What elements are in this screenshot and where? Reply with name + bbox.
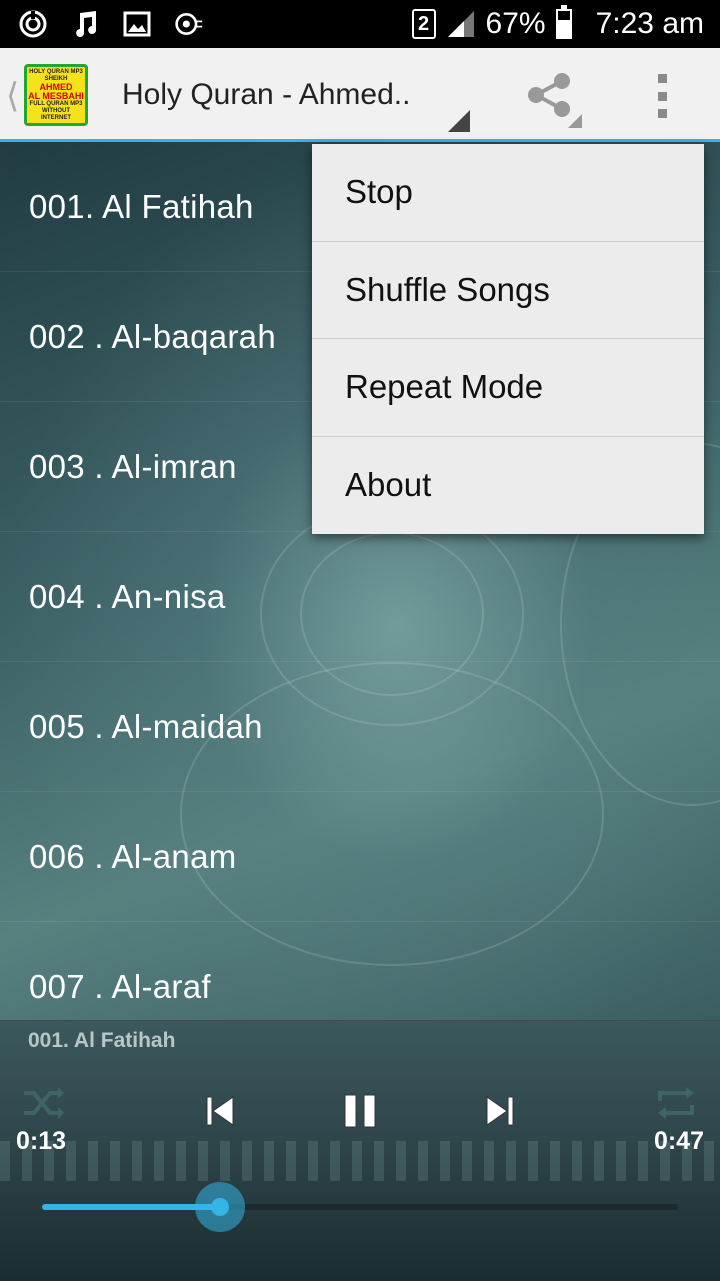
seek-bar[interactable] [42,1182,678,1232]
pause-icon [344,1094,376,1128]
elapsed-time: 0:13 [16,1127,67,1155]
clock: 7:23 am [595,7,704,40]
notification-icons [18,6,204,42]
battery-icon [555,5,572,39]
back-chevron-icon[interactable]: ⟨ [6,76,19,116]
music-note-icon [70,9,100,39]
shuffle-button[interactable] [22,1081,66,1125]
share-button[interactable] [524,72,574,118]
spinner-dropdown-icon[interactable] [448,110,470,132]
overflow-menu: Stop Shuffle Songs Repeat Mode About [312,144,704,534]
system-status: 2 67% 7:23 am [411,0,704,48]
list-item[interactable]: 007 . Al-araf [0,922,720,1020]
menu-item-shuffle-songs[interactable]: Shuffle Songs [312,242,704,339]
now-playing-title: 001. Al Fatihah [28,1029,176,1052]
battery-percent: 67% [485,7,546,40]
overflow-menu-button[interactable] [652,74,672,118]
seek-progress [42,1204,221,1210]
list-item[interactable]: 004 . An-nisa [0,532,720,662]
list-item[interactable]: 005 . Al-maidah [0,662,720,792]
dot-icon [657,109,667,118]
repeat-button[interactable] [654,1081,698,1125]
action-bar: ⟨ HOLY QURAN MP3 SHEIKH AHMED AL MESBAHI… [0,48,720,142]
dot-icon [657,74,667,83]
app-icon-line: AL MESBAHI [28,90,84,101]
pause-button[interactable] [338,1089,382,1133]
app-icon-line: WITHOUT INTERNET [41,107,71,121]
signal-icon [447,11,474,37]
decorative-border [0,1141,720,1181]
app-icon[interactable]: HOLY QURAN MP3 SHEIKH AHMED AL MESBAHI F… [24,64,88,126]
next-button[interactable] [478,1089,522,1133]
repeat-icon [658,1087,694,1119]
previous-button[interactable] [198,1089,242,1133]
app-icon-line: HOLY QURAN MP3 [29,68,83,75]
sim-slot-icon: 2 [411,9,436,39]
seek-thumb[interactable] [195,1182,246,1232]
shuffle-icon [24,1087,64,1119]
skip-next-icon [486,1096,514,1126]
app-icon-line: FULL QURAN MP3 [29,100,83,107]
player-panel: 001. Al Fatihah 0:13 0:47 [0,1020,720,1281]
menu-item-about[interactable]: About [312,437,704,535]
menu-item-stop[interactable]: Stop [312,144,704,242]
status-bar: 2 67% 7:23 am [0,0,720,48]
skip-previous-icon [206,1096,234,1126]
list-item[interactable]: 006 . Al-anam [0,792,720,922]
share-icon [528,73,570,117]
total-duration: 0:47 [653,1127,704,1155]
cast-icon [18,9,48,39]
app-title[interactable]: Holy Quran - Ahmed.. [122,78,410,112]
media-record-icon [174,9,204,39]
menu-item-repeat-mode[interactable]: Repeat Mode [312,339,704,437]
dot-icon [657,91,667,101]
image-icon [122,9,152,39]
share-dropdown-indicator [568,114,582,128]
